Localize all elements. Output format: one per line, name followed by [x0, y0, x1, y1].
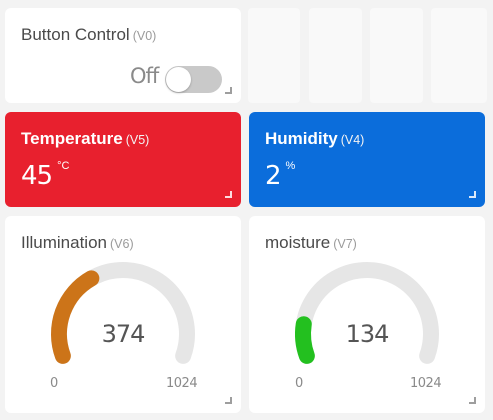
- tile-title-text: Humidity: [265, 129, 338, 148]
- pin-label: (V0): [132, 29, 157, 43]
- gauge-value: 134: [345, 320, 390, 348]
- button-control-tile: Button Control (V0) Off: [5, 8, 241, 103]
- gauge-min-label: 0: [295, 376, 303, 391]
- tile-title: Temperature (V5): [21, 129, 149, 149]
- gauge-max-label: 1024: [166, 376, 198, 391]
- resize-handle-icon[interactable]: [225, 87, 232, 94]
- gauge-value: 374: [101, 320, 146, 348]
- tile-title-text: Temperature: [21, 129, 123, 148]
- humidity-unit: %: [285, 160, 296, 172]
- illumination-gauge: [51, 262, 195, 364]
- moisture-gauge: [295, 262, 439, 364]
- value-display: 2%: [265, 160, 295, 191]
- humidity-value: 2: [265, 161, 282, 191]
- illumination-gauge-tile: Illumination (V6) 374 0 1024: [5, 216, 241, 413]
- empty-slot: [370, 8, 423, 103]
- switch-knob[interactable]: [166, 67, 191, 92]
- gauge-min-label: 0: [50, 376, 58, 391]
- empty-slot: [248, 8, 300, 103]
- value-display: 45 °C: [21, 160, 69, 191]
- resize-handle-icon[interactable]: [469, 191, 476, 198]
- pin-label: (V4): [340, 133, 365, 147]
- temperature-unit: °C: [57, 160, 70, 172]
- tile-title: Button Control (V0): [21, 25, 156, 45]
- humidity-tile: Humidity (V4) 2%: [249, 112, 485, 207]
- empty-slot: [431, 8, 487, 103]
- pin-label: (V5): [125, 133, 150, 147]
- empty-slot: [309, 8, 362, 103]
- gauge-max-label: 1024: [410, 376, 442, 391]
- toggle-switch[interactable]: [165, 66, 222, 93]
- resize-handle-icon[interactable]: [469, 397, 476, 404]
- switch-state-label: Off: [130, 64, 159, 88]
- tile-title: Humidity (V4): [265, 129, 364, 149]
- moisture-gauge-tile: moisture (V7) 134 0 1024: [249, 216, 485, 413]
- temperature-value: 45: [21, 161, 53, 191]
- resize-handle-icon[interactable]: [225, 397, 232, 404]
- tile-title-text: Button Control: [21, 25, 130, 44]
- temperature-tile: Temperature (V5) 45 °C: [5, 112, 241, 207]
- resize-handle-icon[interactable]: [225, 191, 232, 198]
